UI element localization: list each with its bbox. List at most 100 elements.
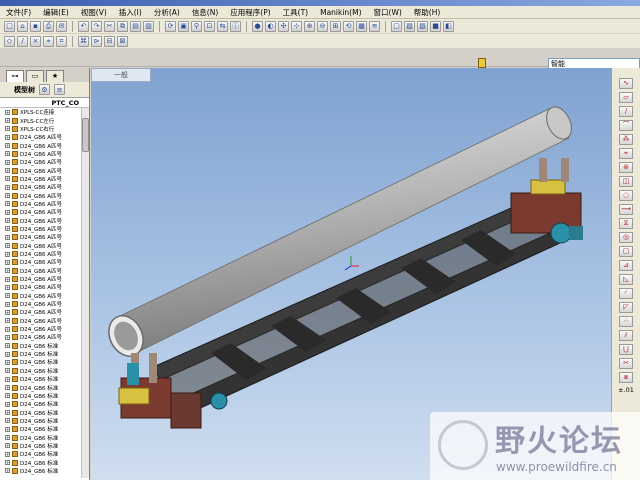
tree-item[interactable]: + D24_GB6 A匹号: [0, 242, 82, 250]
expand-icon[interactable]: +: [5, 326, 10, 332]
expand-icon[interactable]: +: [5, 368, 10, 374]
spin-center-icon[interactable]: ✣: [278, 20, 289, 32]
menu-item[interactable]: 帮助(H): [408, 7, 447, 18]
manikin-insert-icon[interactable]: ⌘: [78, 35, 89, 47]
plane-icon[interactable]: ▱: [619, 92, 633, 103]
manikin-close-icon[interactable]: ⊠: [117, 35, 128, 47]
expand-icon[interactable]: +: [5, 226, 10, 232]
tree-item[interactable]: + D24_GB6 A匹号: [0, 300, 82, 308]
tree-item[interactable]: + D24_GB6 A匹号: [0, 292, 82, 300]
new-file-icon[interactable]: □: [4, 20, 15, 32]
axis-icon[interactable]: /: [619, 106, 633, 117]
cut-icon[interactable]: ✂: [104, 20, 115, 32]
regenerate-icon[interactable]: ⟳: [165, 20, 176, 32]
tree-item[interactable]: + D24_GB6 A匹号: [0, 250, 82, 258]
blend-icon[interactable]: ⧖: [619, 218, 633, 229]
menu-item[interactable]: 窗口(W): [368, 7, 408, 18]
tree-item[interactable]: + D24_GB6 A匹号: [0, 183, 82, 191]
shell-icon[interactable]: ▢: [619, 246, 633, 257]
scrollbar-thumb[interactable]: [82, 118, 89, 152]
menu-item[interactable]: 工具(T): [277, 7, 314, 18]
tree-item[interactable]: + D24_GB6 标准: [0, 400, 82, 408]
tree-scrollbar[interactable]: [81, 108, 89, 478]
paste-icon[interactable]: ▤: [130, 20, 141, 32]
pattern-icon[interactable]: ⁘: [619, 316, 633, 327]
tab-favorites-icon[interactable]: ★: [46, 70, 64, 82]
expand-icon[interactable]: +: [5, 451, 10, 457]
tree-item[interactable]: + D24_GB6 A匹号: [0, 283, 82, 291]
tree-item[interactable]: + D24_GB6 A匹号: [0, 158, 82, 166]
tab-model-tree-icon[interactable]: ⊶: [6, 70, 24, 82]
menu-item[interactable]: 插入(I): [113, 7, 148, 18]
tree-item[interactable]: + D24_GB6 标准: [0, 442, 82, 450]
expand-icon[interactable]: +: [5, 318, 10, 324]
trim-icon[interactable]: ✂: [619, 358, 633, 369]
tree-item[interactable]: + D24_GB6 A匹号: [0, 208, 82, 216]
tree-item[interactable]: + D24_GB6 A匹号: [0, 225, 82, 233]
expand-icon[interactable]: +: [5, 309, 10, 315]
expand-icon[interactable]: +: [5, 209, 10, 215]
tree-item[interactable]: + D24_GB6 A匹号: [0, 308, 82, 316]
tree-item[interactable]: + D24_GB6 标准: [0, 392, 82, 400]
tree-item[interactable]: + D24_GB6 A匹号: [0, 133, 82, 141]
expand-icon[interactable]: +: [5, 401, 10, 407]
expand-icon[interactable]: +: [5, 243, 10, 249]
tree-item[interactable]: + D24_GB6 A匹号: [0, 150, 82, 158]
expand-icon[interactable]: +: [5, 151, 10, 157]
relations-icon[interactable]: ⇆: [217, 20, 228, 32]
tree-item[interactable]: + D24_GB6 A匹号: [0, 233, 82, 241]
chamfer-icon[interactable]: ◸: [619, 302, 633, 313]
tree-item[interactable]: + D24_GB6 A匹号: [0, 175, 82, 183]
refit-icon[interactable]: ⊞: [330, 20, 341, 32]
datum-plane-display-icon[interactable]: ◇: [4, 35, 15, 47]
expand-icon[interactable]: +: [5, 385, 10, 391]
expand-icon[interactable]: +: [5, 201, 10, 207]
expand-icon[interactable]: +: [5, 343, 10, 349]
expand-icon[interactable]: +: [5, 334, 10, 340]
expand-icon[interactable]: +: [5, 193, 10, 199]
rib-icon[interactable]: ⊿: [619, 260, 633, 271]
layers-icon[interactable]: ≋: [369, 20, 380, 32]
tree-item[interactable]: + D24_GB6 A匹号: [0, 141, 82, 150]
csys-icon[interactable]: ⌖: [619, 148, 633, 159]
expand-icon[interactable]: +: [5, 109, 10, 115]
manikin-posture-icon[interactable]: ⊳: [91, 35, 102, 47]
tree-item[interactable]: + XPLS-CC右行: [0, 125, 82, 133]
save-icon[interactable]: ▪: [30, 20, 41, 32]
shading-icon[interactable]: ■: [430, 20, 441, 32]
tree-settings-icon[interactable]: ⚙: [39, 84, 50, 95]
expand-icon[interactable]: +: [5, 259, 10, 265]
tree-item[interactable]: + D24_GB6 标准: [0, 375, 82, 383]
tree-item[interactable]: + D24_GB6 标准: [0, 358, 82, 366]
reorient-icon[interactable]: ⟲: [343, 20, 354, 32]
tree-item[interactable]: + D24_GB6 标准: [0, 408, 82, 417]
tree-item[interactable]: + XPLS-CC连接: [0, 108, 82, 116]
tree-item[interactable]: + D24_GB6 标准: [0, 450, 82, 458]
expand-icon[interactable]: +: [5, 359, 10, 365]
expand-icon[interactable]: +: [5, 426, 10, 432]
expand-icon[interactable]: +: [5, 393, 10, 399]
analysis-icon[interactable]: ⊛: [619, 162, 633, 173]
menu-item[interactable]: 编辑(E): [37, 7, 75, 18]
tree-item[interactable]: + D24_GB6 标准: [0, 425, 82, 433]
tree-item[interactable]: + D24_GB6 标准: [0, 342, 82, 350]
paste-special-icon[interactable]: ▥: [143, 20, 154, 32]
offset-icon[interactable]: ⧈: [619, 372, 633, 383]
tree-item[interactable]: + D24_GB6 A匹号: [0, 258, 82, 266]
menu-item[interactable]: 视图(V): [75, 7, 113, 18]
expand-icon[interactable]: +: [5, 284, 10, 290]
expand-icon[interactable]: +: [5, 443, 10, 449]
find-icon[interactable]: ⚲: [191, 20, 202, 32]
model-tree-menu[interactable]: 模型树: [14, 85, 35, 95]
curve-icon[interactable]: ⌒: [619, 120, 633, 131]
expand-icon[interactable]: +: [5, 118, 10, 124]
zoom-out-icon[interactable]: ⊖: [317, 20, 328, 32]
expand-icon[interactable]: +: [5, 159, 10, 165]
expand-icon[interactable]: +: [5, 418, 10, 424]
expand-icon[interactable]: +: [5, 468, 10, 474]
expand-icon[interactable]: +: [5, 234, 10, 240]
tree-item[interactable]: + D24_GB6 A匹号: [0, 267, 82, 275]
model-info-icon[interactable]: ⓘ: [230, 20, 241, 32]
extrude-icon[interactable]: ◫: [619, 176, 633, 187]
menu-item[interactable]: 文件(F): [0, 7, 37, 18]
